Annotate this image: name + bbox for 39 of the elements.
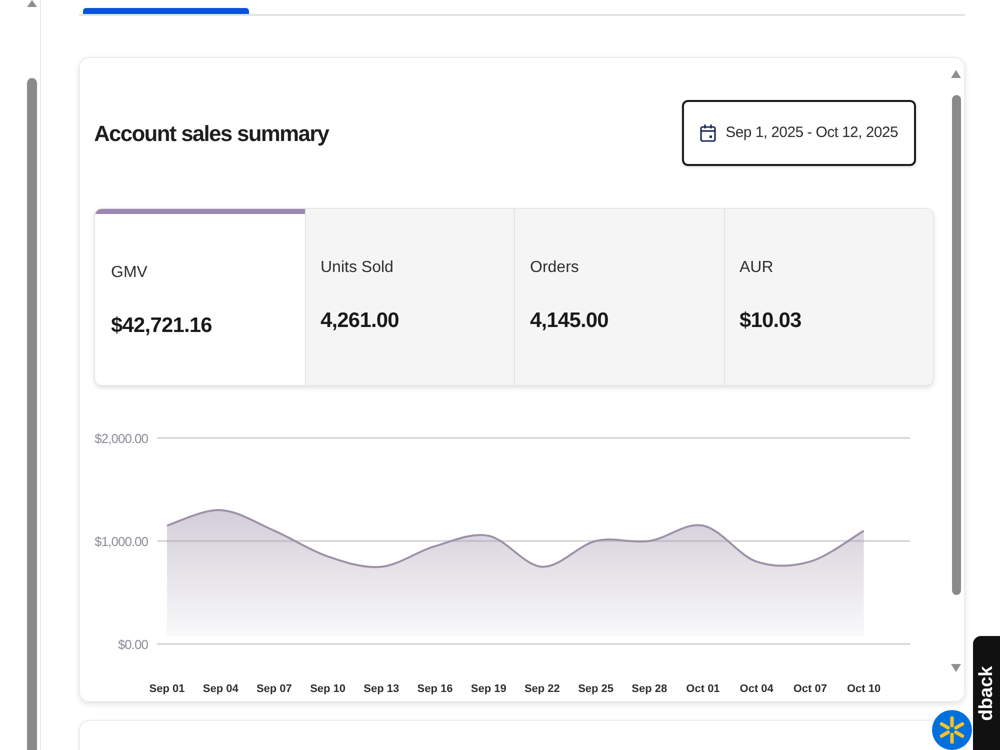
metric-value: $10.03: [740, 308, 802, 334]
x-axis-label: Sep 25: [578, 683, 614, 695]
metric-tab[interactable]: Orders 4,145.00: [514, 209, 724, 385]
x-axis-label: Sep 28: [632, 683, 668, 695]
metric-value: $42,721.16: [111, 313, 212, 339]
x-axis-label: Sep 07: [256, 683, 292, 695]
spark-icon[interactable]: [932, 710, 972, 750]
y-axis-label: $0.00: [118, 637, 148, 652]
metric-tab[interactable]: GMV $42,721.16: [95, 209, 304, 385]
x-axis-label: Sep 01: [149, 683, 185, 695]
metric-label: Units Sold: [320, 258, 394, 278]
calendar-icon: [700, 124, 716, 142]
x-axis-label: Oct 10: [846, 683, 881, 695]
metric-tab[interactable]: Units Sold 4,261.00: [304, 209, 514, 385]
y-axis-label: $2,000.00: [94, 431, 148, 446]
metric-tab[interactable]: AUR $10.03: [724, 209, 933, 385]
feedback-tab[interactable]: dback: [973, 636, 1000, 750]
x-axis-label: Oct 04: [740, 683, 774, 695]
scroll-up-icon[interactable]: [951, 70, 961, 78]
section-title: Account sales summary: [94, 120, 329, 148]
x-axis-label: Sep 10: [310, 683, 346, 695]
scroll-down-icon[interactable]: [951, 664, 961, 672]
x-axis-label: Sep 22: [524, 683, 560, 695]
scroll-up-icon[interactable]: [27, 0, 37, 7]
metric-value: 4,261.00: [320, 308, 399, 334]
metric-label: GMV: [111, 263, 148, 283]
metric-label: AUR: [740, 258, 774, 278]
metric-value: 4,145.00: [530, 308, 608, 334]
x-axis-label: Sep 19: [470, 683, 506, 695]
scrollbar-thumb[interactable]: [27, 78, 37, 750]
date-range-button[interactable]: Sep 1, 2025 - Oct 12, 2025: [682, 100, 916, 166]
x-axis-label: Sep 04: [202, 683, 238, 695]
metric-label: Orders: [530, 258, 579, 278]
y-axis-label: $1,000.00: [94, 534, 148, 549]
x-axis-label: Oct 07: [793, 683, 828, 695]
x-axis-label: Sep 16: [417, 683, 453, 695]
x-axis-label: Sep 13: [364, 683, 400, 695]
x-axis-label: Oct 01: [686, 683, 720, 695]
scrollbar-thumb[interactable]: [952, 95, 961, 595]
